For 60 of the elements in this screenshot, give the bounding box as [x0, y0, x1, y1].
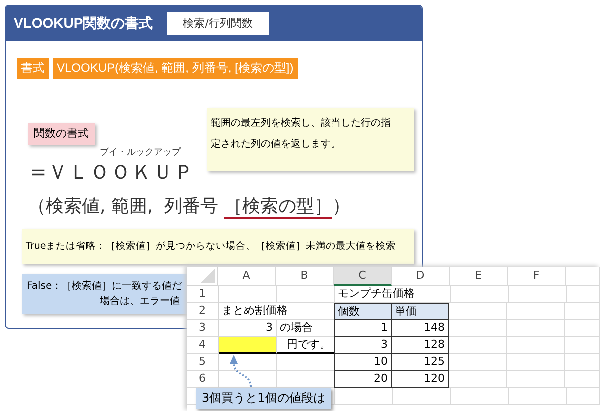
syntax-formula: VLOOKUP(検索値, 範囲, 列番号, [検索の型]): [53, 58, 298, 79]
grid-cell[interactable]: [219, 286, 277, 303]
row-number[interactable]: 3: [187, 320, 219, 337]
column-header[interactable]: D: [392, 267, 450, 286]
row-number[interactable]: 2: [187, 303, 219, 320]
table-cell: 単価: [391, 303, 449, 320]
table-cell: の場合: [277, 320, 335, 337]
table-cell: 120: [391, 371, 449, 388]
description-note: 範囲の最左列を検索し、該当した行の指 定された列の値を返します。: [207, 108, 414, 171]
grid-cell[interactable]: [277, 286, 335, 303]
grid-cell[interactable]: [449, 303, 507, 320]
function-name: =ＶＬＯＯＫＵＰ: [30, 159, 195, 185]
grid-cell[interactable]: [507, 320, 565, 337]
grid-cell[interactable]: [449, 354, 507, 371]
furigana-text: ブイ・ルックアップ: [100, 147, 181, 159]
grid-cell[interactable]: [567, 388, 600, 405]
grid-cell[interactable]: [451, 286, 509, 303]
grid-cell[interactable]: [509, 286, 567, 303]
grid-cell[interactable]: [507, 371, 565, 388]
row-number[interactable]: 1: [187, 286, 219, 303]
category-tag: 検索/行列関数: [167, 12, 269, 35]
syntax-label: 書式: [17, 58, 49, 79]
arguments-text: （検索値, 範囲, 列番号 ［検索の型］）: [27, 195, 352, 221]
grid-cell[interactable]: [567, 286, 600, 303]
grid-cell[interactable]: [335, 388, 393, 405]
column-header[interactable]: [566, 267, 600, 286]
table-cell: 10: [334, 354, 392, 371]
grid-cell[interactable]: [565, 320, 600, 337]
callout-tooltip: 3個買うと1個の値段は: [196, 388, 332, 409]
column-header[interactable]: E: [450, 267, 508, 286]
column-header[interactable]: C: [334, 267, 392, 286]
grid-cell[interactable]: [509, 388, 567, 405]
table-cell: 円です。: [277, 337, 335, 354]
grid-cell[interactable]: [393, 388, 451, 405]
table-cell: 20: [334, 371, 392, 388]
grid-cell[interactable]: [449, 320, 507, 337]
row-number[interactable]: 5: [187, 354, 219, 371]
select-all-icon[interactable]: [201, 269, 215, 283]
grid-cell[interactable]: [449, 371, 507, 388]
heading-note: 関数の書式: [28, 123, 95, 145]
answer-cell[interactable]: [219, 337, 277, 354]
table-cell: 1: [334, 320, 392, 337]
grid-cell[interactable]: [507, 354, 565, 371]
table-cell: 148: [391, 320, 449, 337]
true-note: Trueまたは省略：［検索値］が見つからない場合、［検索値］未満の最大値を検索: [22, 229, 414, 264]
grid-cell[interactable]: [451, 388, 509, 405]
grid-cell[interactable]: [507, 337, 565, 354]
grid-cell[interactable]: [565, 354, 600, 371]
column-header[interactable]: F: [508, 267, 566, 286]
grid-cell[interactable]: [565, 337, 600, 354]
table-cell: 3: [334, 337, 392, 354]
grid-cell[interactable]: [565, 371, 600, 388]
grid-cell[interactable]: [565, 303, 600, 320]
grid-cell[interactable]: [449, 337, 507, 354]
card-title: VLOOKUP関数の書式: [14, 14, 154, 32]
table-cell: 個数: [334, 303, 392, 320]
table-cell: 125: [391, 354, 449, 371]
table-cell: 128: [391, 337, 449, 354]
column-header[interactable]: A: [218, 267, 276, 286]
grid-cell[interactable]: [507, 303, 565, 320]
